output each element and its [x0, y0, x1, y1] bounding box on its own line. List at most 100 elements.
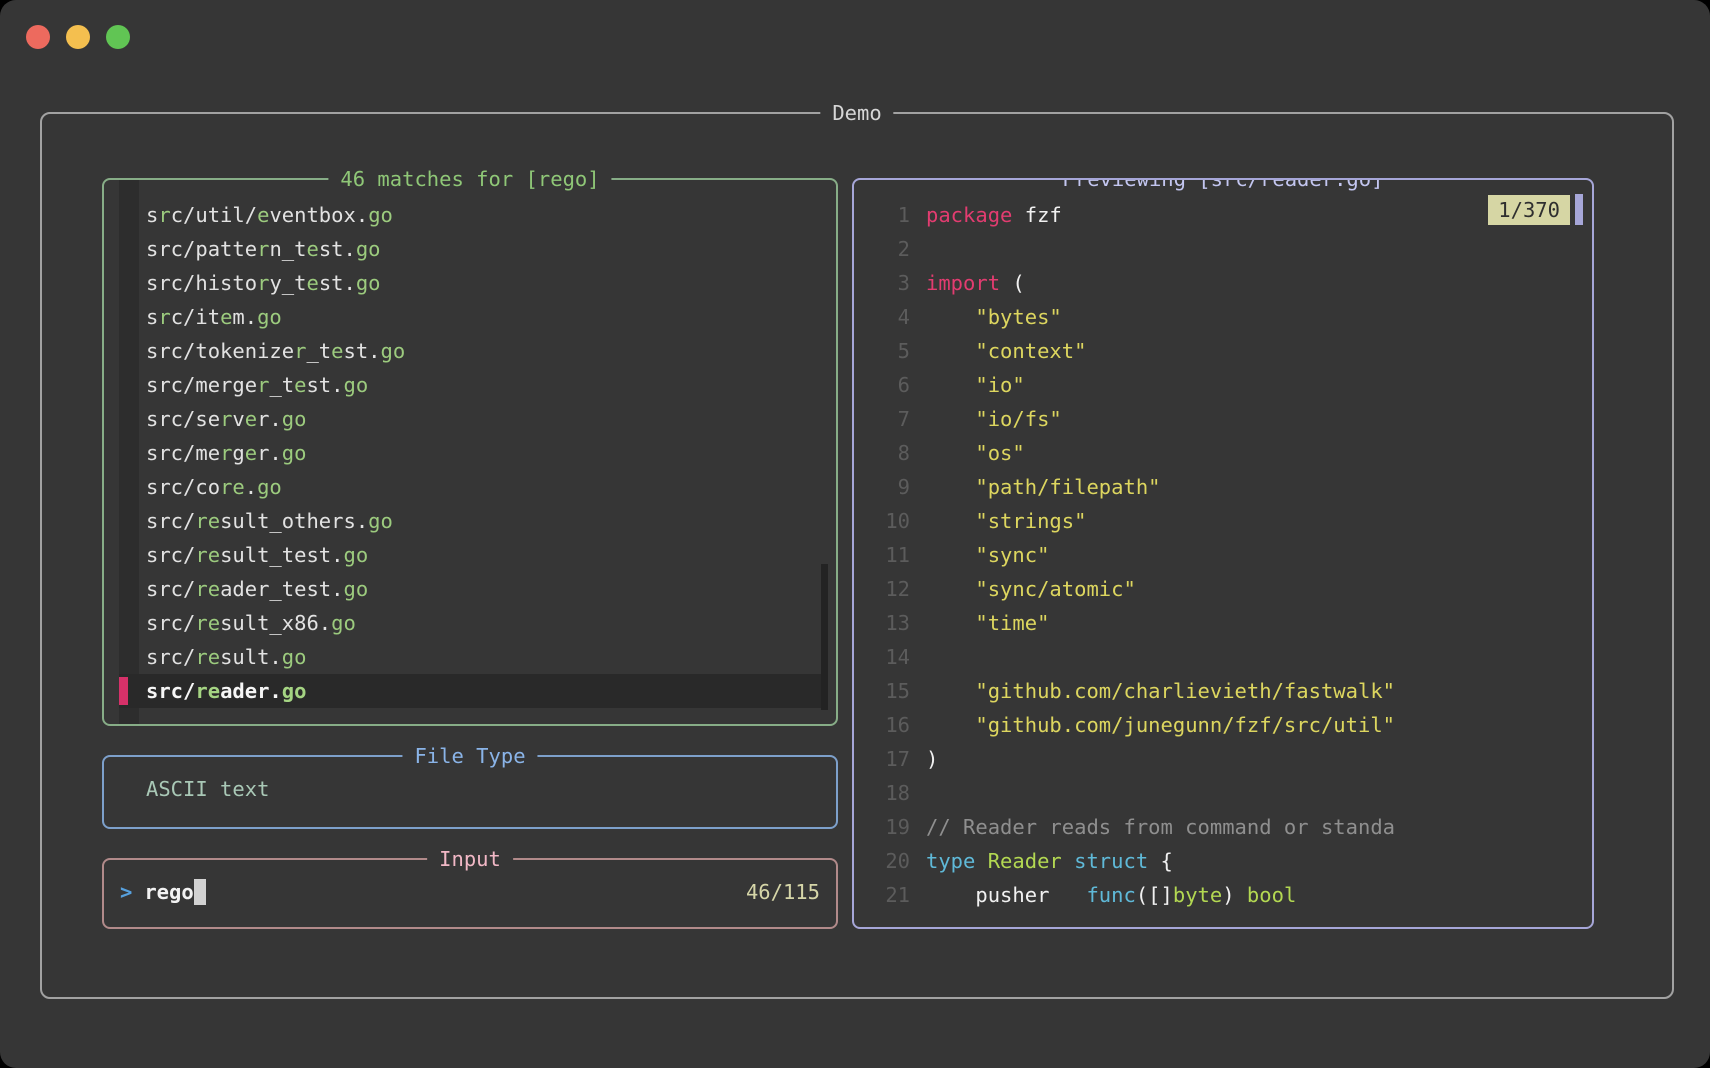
code-text: package fzf — [926, 198, 1062, 232]
code-line: 6 "io" — [854, 368, 1592, 402]
line-number: 5 — [854, 334, 910, 368]
line-number: 12 — [854, 572, 910, 606]
code-line: 2 — [854, 232, 1592, 266]
code-text: "bytes" — [926, 300, 1062, 334]
code-line: 18 — [854, 776, 1592, 810]
code-text: "sync" — [926, 538, 1049, 572]
line-number: 17 — [854, 742, 910, 776]
line-number: 19 — [854, 810, 910, 844]
line-number: 1 — [854, 198, 910, 232]
code-line: 13 "time" — [854, 606, 1592, 640]
prompt-icon: > — [120, 875, 132, 909]
file-path: src/core.go — [146, 475, 282, 499]
list-item[interactable]: src/item.go — [104, 300, 836, 334]
list-item[interactable]: src/result.go — [104, 640, 836, 674]
code-text: import ( — [926, 266, 1025, 300]
code-line: 19 // Reader reads from command or standa — [854, 810, 1592, 844]
zoom-button[interactable] — [106, 25, 130, 49]
matches-panel: 46 matches for [rego] src/util/eventbox.… — [102, 178, 838, 726]
code-line: 11 "sync" — [854, 538, 1592, 572]
line-number: 18 — [854, 776, 910, 810]
code-line: 15 "github.com/charlievieth/fastwalk" — [854, 674, 1592, 708]
search-input[interactable]: > rego 46/115 — [120, 875, 820, 909]
code-line: 16 "github.com/junegunn/fzf/src/util" — [854, 708, 1592, 742]
code-text: "path/filepath" — [926, 470, 1161, 504]
file-path: src/result_x86.go — [146, 611, 356, 635]
line-number: 16 — [854, 708, 910, 742]
file-path: src/item.go — [146, 305, 282, 329]
list-item[interactable]: src/result_x86.go — [104, 606, 836, 640]
file-path: src/result_test.go — [146, 543, 368, 567]
list-item[interactable]: src/merger.go — [104, 436, 836, 470]
code-text: type Reader struct { — [926, 844, 1173, 878]
file-path: src/result_others.go — [146, 509, 393, 533]
code-text: "time" — [926, 606, 1049, 640]
minimize-button[interactable] — [66, 25, 90, 49]
list-item[interactable]: src/history_test.go — [104, 266, 836, 300]
file-path: src/server.go — [146, 407, 306, 431]
line-number: 10 — [854, 504, 910, 538]
list-item[interactable]: src/reader.go — [104, 674, 836, 708]
code-line: 1 package fzf — [854, 198, 1592, 232]
preview-scrollbar[interactable] — [1575, 194, 1583, 225]
list-item[interactable]: src/result_test.go — [104, 538, 836, 572]
close-button[interactable] — [26, 25, 50, 49]
file-type-value: ASCII text — [146, 772, 269, 806]
file-type-title: File Type — [402, 739, 537, 773]
code-text: ) — [926, 742, 938, 776]
code-line: 10 "strings" — [854, 504, 1592, 538]
file-path: src/pattern_test.go — [146, 237, 381, 261]
preview-panel: Previewing [src/reader.go] 1package fzf2… — [852, 178, 1594, 929]
code-line: 5 "context" — [854, 334, 1592, 368]
traffic-lights — [26, 25, 130, 49]
code-line: 8 "os" — [854, 436, 1592, 470]
file-path: src/tokenizer_test.go — [146, 339, 405, 363]
list-item[interactable]: src/merger_test.go — [104, 368, 836, 402]
code-text: // Reader reads from command or standa — [926, 810, 1395, 844]
code-line: 9 "path/filepath" — [854, 470, 1592, 504]
input-title: Input — [427, 842, 513, 876]
line-number: 4 — [854, 300, 910, 334]
list-item[interactable]: src/result_others.go — [104, 504, 836, 538]
code-text: pusher func([]byte) bool — [926, 878, 1296, 912]
code-line: 3import ( — [854, 266, 1592, 300]
code-line: 4 "bytes" — [854, 300, 1592, 334]
file-path: src/merger_test.go — [146, 373, 368, 397]
code-text: "strings" — [926, 504, 1086, 538]
match-list: src/util/eventbox.go src/pattern_test.gos… — [104, 198, 836, 708]
code-text: "io" — [926, 368, 1025, 402]
matches-title: 46 matches for [rego] — [328, 162, 611, 196]
file-path: src/util/eventbox.go — [146, 203, 393, 227]
list-item[interactable]: src/pattern_test.go — [104, 232, 836, 266]
text-cursor — [194, 879, 206, 905]
line-number: 9 — [854, 470, 910, 504]
code-text: "sync/atomic" — [926, 572, 1136, 606]
line-number: 21 — [854, 878, 910, 912]
line-number: 8 — [854, 436, 910, 470]
file-path: src/result.go — [146, 645, 306, 669]
file-path: src/reader.go — [146, 679, 306, 703]
list-item[interactable]: src/util/eventbox.go — [104, 198, 836, 232]
list-item[interactable]: src/core.go — [104, 470, 836, 504]
code-line: 7 "io/fs" — [854, 402, 1592, 436]
code-text: "github.com/charlievieth/fastwalk" — [926, 674, 1395, 708]
code-view: 1package fzf23import (4 "bytes"5 "contex… — [854, 198, 1592, 912]
selection-pointer — [119, 677, 128, 705]
list-scrollbar[interactable] — [821, 564, 828, 710]
code-line: 17) — [854, 742, 1592, 776]
terminal-window: Demo 46 matches for [rego] src/util/even… — [0, 0, 1710, 1068]
list-item[interactable]: src/server.go — [104, 402, 836, 436]
position-badge: 1/370 — [1488, 195, 1570, 225]
line-number: 20 — [854, 844, 910, 878]
code-text: "context" — [926, 334, 1086, 368]
preview-title: Previewing [src/reader.go] — [1051, 178, 1396, 196]
code-line: 12 "sync/atomic" — [854, 572, 1592, 606]
code-text: "os" — [926, 436, 1025, 470]
code-text: "io/fs" — [926, 402, 1062, 436]
line-number: 15 — [854, 674, 910, 708]
list-item[interactable]: src/reader_test.go — [104, 572, 836, 606]
code-line: 14 — [854, 640, 1592, 674]
file-path: src/reader_test.go — [146, 577, 368, 601]
line-number: 14 — [854, 640, 910, 674]
list-item[interactable]: src/tokenizer_test.go — [104, 334, 836, 368]
